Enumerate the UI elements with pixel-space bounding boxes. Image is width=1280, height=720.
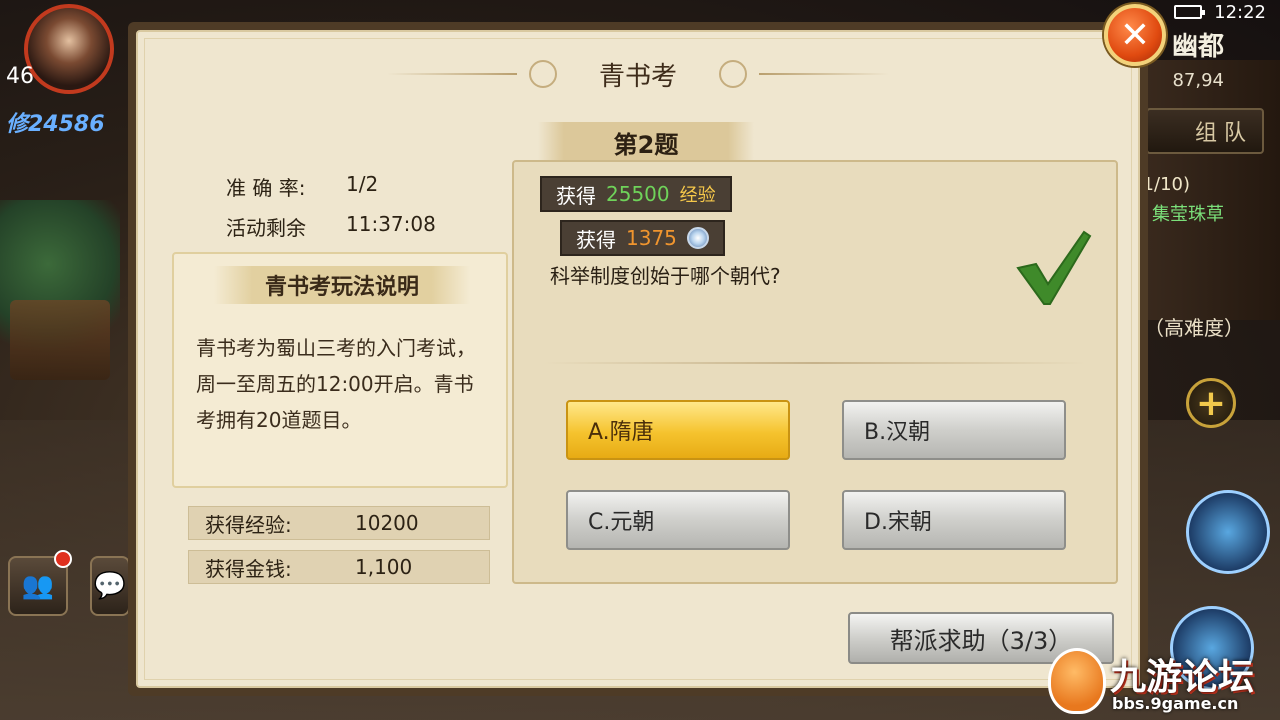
title-ornament-right [719,60,747,88]
status-time: 12:22 [1214,1,1266,23]
earned-money-label: 获得金钱: [205,556,292,581]
question-divider [544,362,1086,364]
reward-coin-value: 1375 [626,226,677,250]
forum-watermark: 九游论坛 bbs.9game.cn [1048,648,1268,716]
option-a-button[interactable]: A.隋唐 [566,400,790,460]
rules-box: 青书考玩法说明 青书考为蜀山三考的入门考试，周一至周五的12:00开启。青书考拥… [172,252,508,488]
dialog-header: 青书考 [138,50,1138,98]
reward-coin-prefix: 获得 [576,227,616,252]
player-coordinates: 87,94 [1172,70,1224,91]
close-button[interactable]: ✕ [1104,4,1166,66]
title-line-right [759,73,889,75]
reward-coin-badge: 获得 1375 [560,220,725,256]
dialog-body: 青书考 准 确 率: 1/2 活动剩余 11:37:08 青书考玩法说明 青书考… [136,30,1140,688]
dialog-title: 青书考 [598,61,677,92]
quest-name[interactable]: 集莹珠草 [1152,200,1224,226]
chat-button[interactable]: 💬 [90,556,130,616]
option-c-label: C.元朝 [588,510,655,535]
reward-exp-value: 25500 [606,182,670,206]
friends-button[interactable]: 👥 [8,550,72,616]
player-power: 修24586 [6,112,105,137]
earned-exp-label: 获得经验: [205,512,292,537]
background-barrel [10,300,110,380]
earned-money-row: 获得金钱: 1,100 [188,550,490,584]
team-button[interactable]: 组 队 [1146,108,1264,154]
watermark-url: bbs.9game.cn [1112,694,1239,713]
chat-icon: 💬 [93,571,127,601]
coin-icon [686,227,709,249]
reward-exp-prefix: 获得 [556,183,596,208]
team-button-label: 组 队 [1195,121,1246,146]
watermark-title: 九游论坛 [1110,657,1255,698]
plus-button[interactable]: + [1186,378,1236,428]
reward-exp-badge: 获得 25500 经验 [540,176,732,212]
question-text: 科举制度创始于哪个朝代? [550,264,781,288]
player-avatar[interactable] [24,4,114,94]
title-ornament-left [528,60,557,88]
option-b-button[interactable]: B.汉朝 [842,400,1066,460]
mascot-logo [1048,648,1106,714]
reward-exp-unit: 经验 [679,185,716,206]
friends-icon: 👥 [21,571,55,601]
accuracy-row: 准 确 率: 1/2 [226,172,378,201]
battery-icon [1174,5,1206,19]
plus-icon: + [1195,382,1227,424]
accuracy-label: 准 确 率: [226,176,306,200]
earned-money-value: 1,100 [355,555,413,579]
earned-exp-row: 获得经验: 10200 [188,506,490,540]
notification-dot [54,550,72,568]
title-line-left [386,73,517,75]
exam-dialog: 青书考 准 确 率: 1/2 活动剩余 11:37:08 青书考玩法说明 青书考… [128,22,1148,696]
question-panel: 获得 25500 经验 获得 1375 科举制度创始于哪个朝代? A.隋唐 B.… [512,160,1118,584]
close-icon: ✕ [1119,14,1151,56]
skill-button-1[interactable] [1186,490,1270,574]
rules-title: 青书考玩法说明 [214,266,470,304]
earned-exp-value: 10200 [355,511,419,535]
guild-help-label: 帮派求助（3/3） [889,626,1073,655]
checkmark-icon [1016,230,1092,305]
zone-name: 幽都 [1171,32,1224,62]
accuracy-value: 1/2 [346,172,379,196]
rules-text: 青书考为蜀山三考的入门考试，周一至周五的12:00开启。青书考拥有20道题目。 [196,336,476,432]
player-level: 46 [6,64,34,89]
remaining-value: 11:37:08 [346,212,436,236]
option-d-label: D.宋朝 [864,510,932,535]
option-a-label: A.隋唐 [588,420,654,445]
remaining-label: 活动剩余 [226,216,306,240]
question-number: 第2题 [538,122,754,162]
option-b-label: B.汉朝 [864,420,931,445]
remaining-row: 活动剩余 11:37:08 [226,212,436,241]
option-c-button[interactable]: C.元朝 [566,490,790,550]
difficulty-label: （高难度） [1144,316,1244,340]
option-d-button[interactable]: D.宋朝 [842,490,1066,550]
